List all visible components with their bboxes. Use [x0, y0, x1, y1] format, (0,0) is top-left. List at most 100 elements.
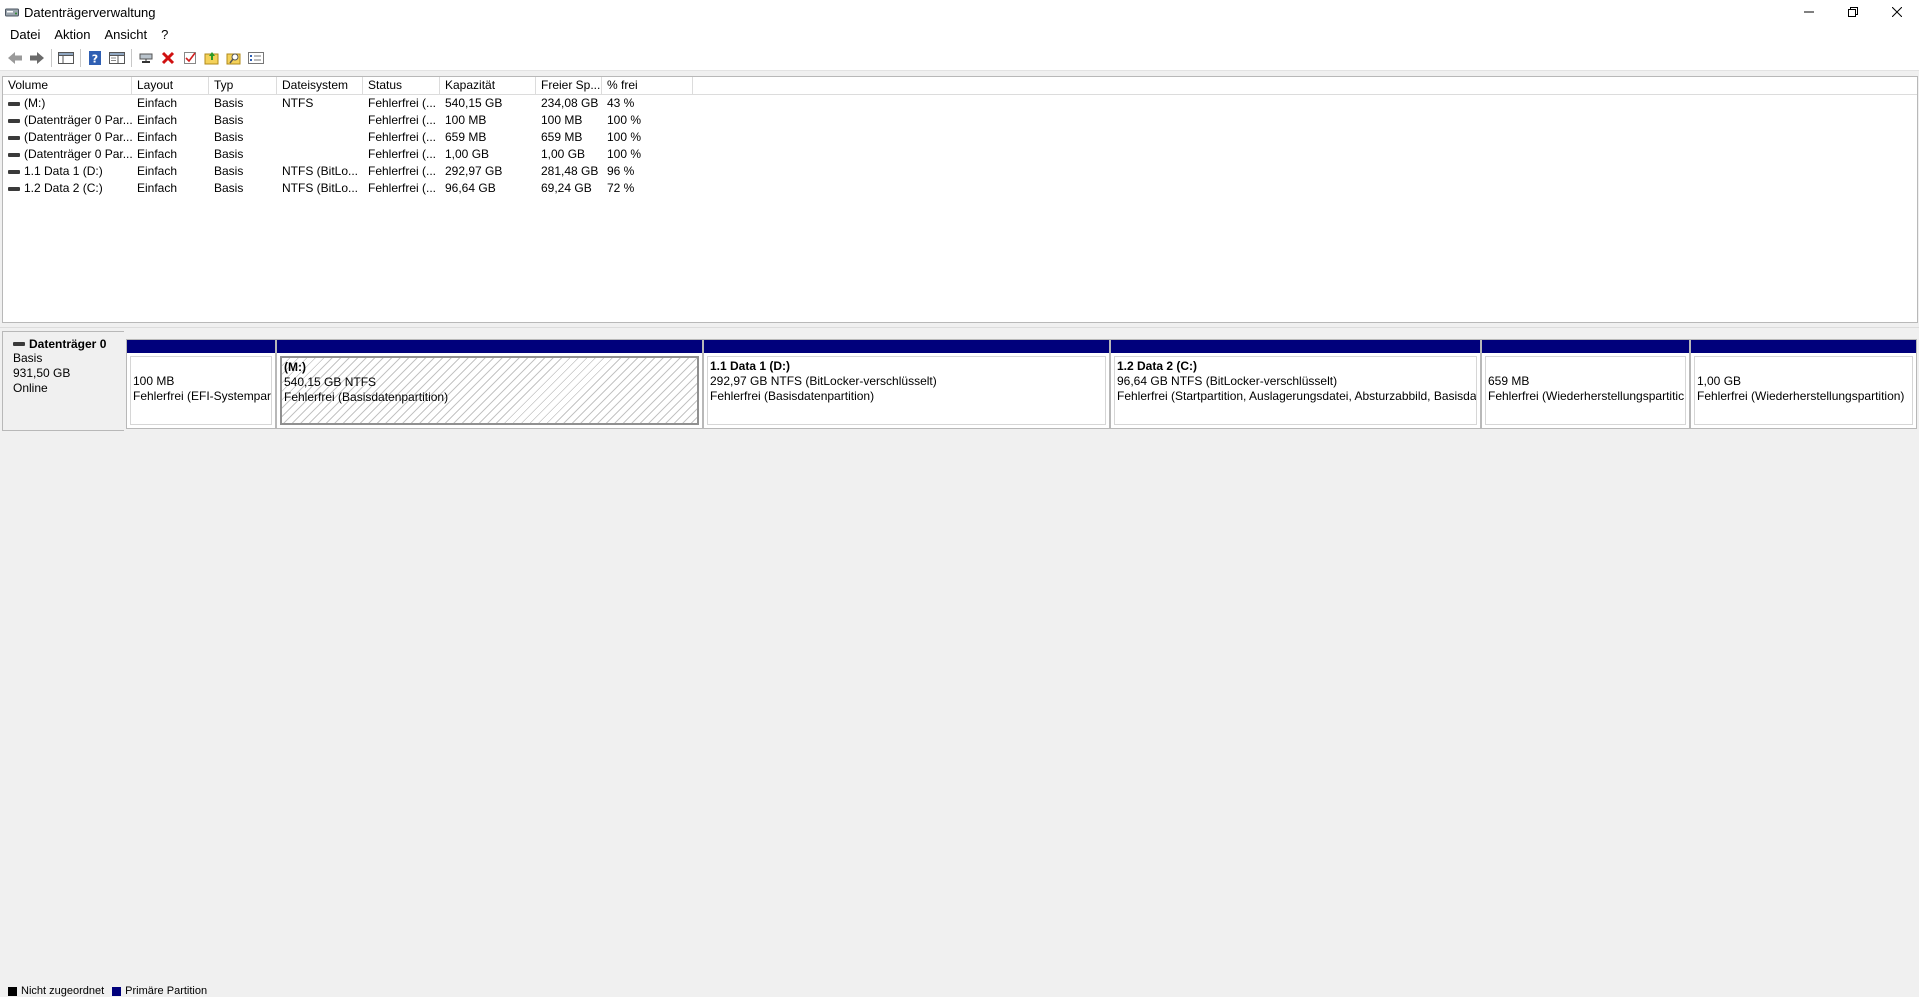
- partition-title: (M:): [284, 360, 306, 374]
- drive-icon: [8, 135, 20, 140]
- status-cell: Fehlerfrei (...: [368, 96, 437, 110]
- partition-status: Fehlerfrei (Wiederherstellungspartition): [1697, 389, 1905, 403]
- svg-text:?: ?: [92, 53, 98, 66]
- column-header-kapazitaet[interactable]: Kapazität: [440, 77, 536, 95]
- column-header-typ[interactable]: Typ: [209, 77, 277, 95]
- disk-graphical-view: Datenträger 0 Basis 931,50 GB Online 100…: [0, 329, 1919, 985]
- connect-icon[interactable]: [135, 47, 157, 69]
- partition-type-bar: [127, 340, 275, 353]
- column-header-volume[interactable]: Volume: [3, 77, 132, 95]
- folder-up-icon[interactable]: [201, 47, 223, 69]
- partition-size: 292,97 GB NTFS (BitLocker-verschlüsselt): [710, 374, 937, 388]
- freier-speicher-cell: 69,24 GB: [541, 181, 592, 195]
- prozent-frei-cell: 100 %: [607, 113, 642, 127]
- legend-label: Primäre Partition: [125, 985, 208, 997]
- restore-button[interactable]: [1831, 0, 1875, 24]
- legend-item-primary: Primäre Partition: [112, 985, 207, 997]
- drive-icon: [8, 186, 20, 191]
- typ-cell: Basis: [214, 181, 244, 195]
- layout-cell: Einfach: [137, 164, 178, 178]
- partition-type-bar: [1691, 340, 1916, 353]
- kapazitaet-cell: 540,15 GB: [445, 96, 503, 110]
- list-view-icon[interactable]: [245, 47, 267, 69]
- column-header-prozent-frei[interactable]: % frei: [602, 77, 693, 95]
- dateisystem-cell: [277, 112, 363, 129]
- partition-status: Fehlerfrei (EFI-Systempart: [133, 389, 272, 403]
- partition-title: 1.1 Data 1 (D:): [710, 359, 791, 373]
- kapazitaet-cell: 96,64 GB: [445, 181, 496, 195]
- status-cell: Fehlerfrei (...: [368, 147, 437, 161]
- menu-datei[interactable]: Datei: [3, 25, 47, 45]
- delete-icon[interactable]: [157, 47, 179, 69]
- drive-icon: [8, 101, 20, 106]
- partition-status: Fehlerfrei (Wiederherstellungspartitic: [1488, 389, 1685, 403]
- partition-body: 659 MB Fehlerfrei (Wiederherstellungspar…: [1485, 356, 1686, 425]
- dateisystem-cell: [277, 129, 363, 146]
- partition-status: Fehlerfrei (Startpartition, Auslagerungs…: [1117, 389, 1477, 403]
- column-header-freier-speicher[interactable]: Freier Sp...: [536, 77, 602, 95]
- dateisystem-cell: [277, 146, 363, 163]
- partition-body: 1.2 Data 2 (C:) 96,64 GB NTFS (BitLocker…: [1114, 356, 1477, 425]
- partition-body-selected: (M:) 540,15 GB NTFS Fehlerfrei (Basisdat…: [280, 356, 699, 425]
- partition-status: Fehlerfrei (Basisdatenpartition): [710, 389, 875, 403]
- table-row[interactable]: 1.2 Data 2 (C:) Einfach Basis NTFS (BitL…: [3, 180, 1917, 197]
- back-icon[interactable]: [4, 47, 26, 69]
- prozent-frei-cell: 96 %: [607, 164, 635, 178]
- drive-icon: [8, 118, 20, 123]
- column-header-status[interactable]: Status: [363, 77, 440, 95]
- typ-cell: Basis: [214, 113, 244, 127]
- disk-icon: [13, 342, 25, 346]
- pane-splitter[interactable]: [0, 324, 1919, 328]
- partition-recovery-1[interactable]: 659 MB Fehlerfrei (Wiederherstellungspar…: [1481, 339, 1690, 429]
- console-tree-icon[interactable]: [55, 47, 77, 69]
- partition-size: 1,00 GB: [1697, 374, 1742, 388]
- legend-swatch: [8, 986, 17, 996]
- partition-m[interactable]: (M:) 540,15 GB NTFS Fehlerfrei (Basisdat…: [276, 339, 703, 429]
- kapazitaet-cell: 1,00 GB: [445, 147, 490, 161]
- disk-state: Online: [13, 381, 48, 395]
- minimize-button[interactable]: [1787, 0, 1831, 24]
- partition-d[interactable]: 1.1 Data 1 (D:) 292,97 GB NTFS (BitLocke…: [703, 339, 1110, 429]
- legend-label: Nicht zugeordnet: [21, 985, 105, 997]
- close-button[interactable]: [1875, 0, 1919, 24]
- freier-speicher-cell: 100 MB: [541, 113, 583, 127]
- table-row[interactable]: 1.1 Data 1 (D:) Einfach Basis NTFS (BitL…: [3, 163, 1917, 180]
- layout-cell: Einfach: [137, 130, 178, 144]
- dateisystem-cell: NTFS: [282, 96, 314, 110]
- menu-aktion[interactable]: Aktion: [47, 25, 97, 45]
- disk-name: Datenträger 0: [29, 337, 107, 351]
- column-header-layout[interactable]: Layout: [132, 77, 209, 95]
- volume-cell: (M:): [3, 95, 132, 112]
- partition-c[interactable]: 1.2 Data 2 (C:) 96,64 GB NTFS (BitLocker…: [1110, 339, 1481, 429]
- check-icon[interactable]: [179, 47, 201, 69]
- menu-help[interactable]: ?: [154, 25, 175, 45]
- partition-status: Fehlerfrei (Basisdatenpartition): [284, 390, 449, 404]
- partition-recovery-2[interactable]: 1,00 GB Fehlerfrei (Wiederherstellungspa…: [1690, 339, 1917, 429]
- table-row[interactable]: (Datenträger 0 Par... Einfach Basis Fehl…: [3, 146, 1917, 163]
- search-folder-icon[interactable]: [223, 47, 245, 69]
- drive-icon: [8, 169, 20, 174]
- forward-icon[interactable]: [26, 47, 48, 69]
- prozent-frei-cell: 100 %: [607, 147, 642, 161]
- toolbar: ?: [0, 46, 1919, 71]
- properties-icon[interactable]: [106, 47, 128, 69]
- partition-efi[interactable]: 100 MB Fehlerfrei (EFI-Systempart: [126, 339, 276, 429]
- partition-title: [1697, 359, 1912, 374]
- dateisystem-cell: NTFS (BitLo...: [282, 164, 359, 178]
- partition-type-bar: [704, 340, 1109, 353]
- table-row[interactable]: (M:) Einfach Basis NTFS Fehlerfrei (... …: [3, 95, 1917, 112]
- table-row[interactable]: (Datenträger 0 Par... Einfach Basis Fehl…: [3, 129, 1917, 146]
- menu-ansicht[interactable]: Ansicht: [98, 25, 155, 45]
- column-header-dateisystem[interactable]: Dateisystem: [277, 77, 363, 95]
- partition-title: 1.2 Data 2 (C:): [1117, 359, 1198, 373]
- table-row[interactable]: (Datenträger 0 Par... Einfach Basis Fehl…: [3, 112, 1917, 129]
- prozent-frei-cell: 100 %: [607, 130, 642, 144]
- partition-size: 659 MB: [1488, 374, 1530, 388]
- help-icon[interactable]: ?: [84, 47, 106, 69]
- menu-bar: Datei Aktion Ansicht ?: [0, 24, 1919, 46]
- disk-name-row: Datenträger 0: [13, 337, 124, 351]
- prozent-frei-cell: 43 %: [607, 96, 635, 110]
- freier-speicher-cell: 234,08 GB: [541, 96, 599, 110]
- disk-info[interactable]: Datenträger 0 Basis 931,50 GB Online: [2, 331, 124, 431]
- typ-cell: Basis: [214, 147, 244, 161]
